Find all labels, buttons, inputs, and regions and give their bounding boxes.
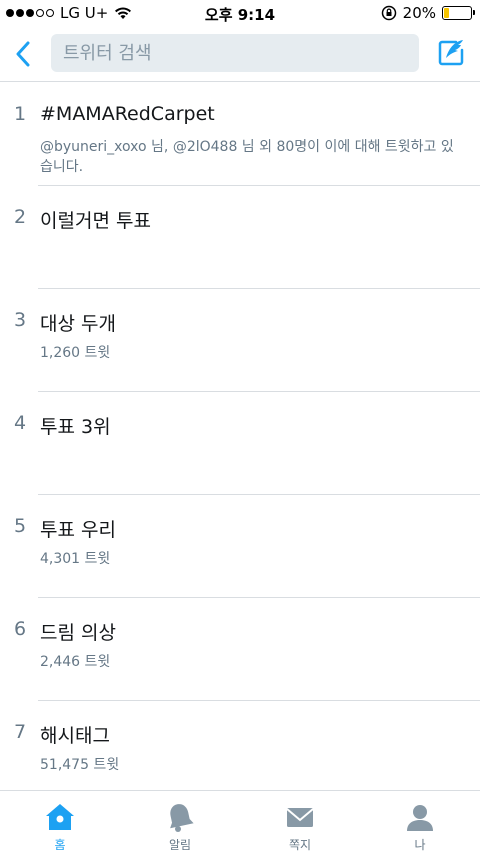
trend-list: 1 #MAMARedCarpet @byuneri_xoxo 님, @2lO48… [0,83,480,804]
trend-name: 드림 의상 [40,622,116,644]
home-icon [46,804,74,830]
compose-tweet-button[interactable] [434,36,468,70]
trend-name: 투표 우리 [40,519,116,541]
trend-rank: 3 [14,309,27,331]
tab-label: 나 [414,838,426,852]
back-button[interactable] [8,38,38,70]
trend-rank: 4 [14,412,27,434]
rotation-lock-icon [381,5,396,21]
tab-bar: 홈 알림 쪽지 나 [0,790,480,854]
trend-meta: 51,475 트윗 [40,757,120,773]
trend-item[interactable]: 1 #MAMARedCarpet @byuneri_xoxo 님, @2lO48… [0,83,480,186]
trend-name: 대상 두개 [40,313,116,335]
user-icon [407,805,433,831]
trend-meta: @byuneri_xoxo 님, @2lO488 님 외 80명이 이에 대해 … [40,139,454,175]
battery-icon [442,6,475,20]
battery-fill [444,8,449,18]
chevron-left-icon [16,41,30,67]
tab-me[interactable]: 나 [360,791,480,854]
search-header [0,28,480,82]
trend-rank: 1 [14,103,27,125]
tab-home[interactable]: 홈 [0,791,120,854]
trend-item[interactable]: 3 대상 두개 1,260 트윗 [0,289,480,392]
trend-meta: 2,446 트윗 [40,654,111,670]
envelope-icon [286,808,314,827]
trend-name: 해시태그 [40,725,110,747]
trend-name: 이럴거면 투표 [40,210,151,232]
trend-rank: 6 [14,618,27,640]
status-right: 20% [381,4,475,22]
trend-item[interactable]: 7 해시태그 51,475 트윗 [0,701,480,804]
bell-icon [170,804,194,832]
trend-item[interactable]: 5 투표 우리 4,301 트윗 [0,495,480,598]
trend-name: 투표 3위 [40,416,111,438]
status-bar: LG U+ 오후 9:14 20% [0,0,480,28]
tab-messages[interactable]: 쪽지 [240,791,360,854]
trend-item[interactable]: 4 투표 3위 [0,392,480,495]
tab-label: 쪽지 [288,838,312,852]
trend-meta: 4,301 트윗 [40,551,111,567]
trend-rank: 2 [14,206,27,228]
search-input[interactable] [51,34,419,72]
trend-meta: 1,260 트윗 [40,345,111,361]
tab-label: 홈 [54,838,66,852]
trend-name: #MAMARedCarpet [40,103,215,125]
trend-rank: 7 [14,721,27,743]
tab-label: 알림 [168,838,192,852]
tab-notifications[interactable]: 알림 [120,791,240,854]
battery-percent: 20% [402,4,436,22]
trend-item[interactable]: 6 드림 의상 2,446 트윗 [0,598,480,701]
trend-item[interactable]: 2 이럴거면 투표 [0,186,480,289]
trend-rank: 5 [14,515,27,537]
compose-tweet-icon [438,40,464,66]
